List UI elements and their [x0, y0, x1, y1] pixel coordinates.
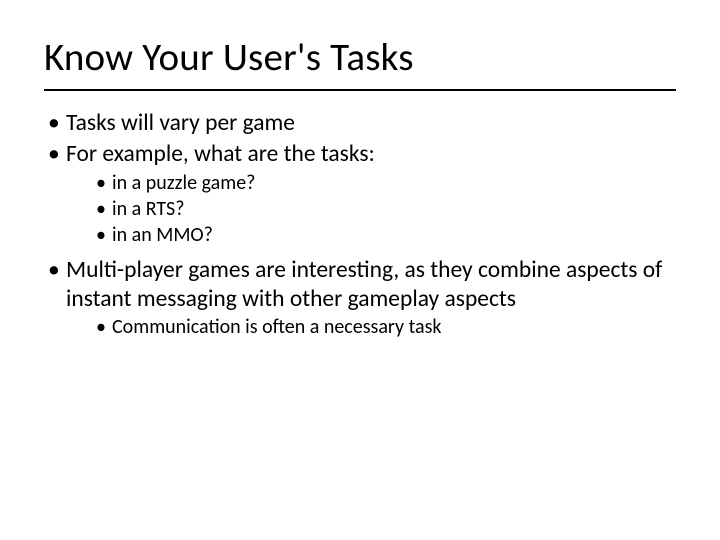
bullet-text: Communication is often a necessary task — [112, 315, 442, 339]
list-item: in a RTS? — [96, 197, 676, 222]
bullet-text: in an MMO? — [112, 223, 213, 247]
sub-bullet-list: in a puzzle game? in a RTS? in an MMO? — [96, 171, 676, 248]
bullet-list: Tasks will vary per game For example, wh… — [48, 109, 676, 341]
bullet-text: For example, what are the tasks: — [66, 140, 375, 168]
slide-title: Know Your User's Tasks — [44, 34, 676, 83]
list-item: Communication is often a necessary task — [96, 315, 676, 340]
slide: Know Your User's Tasks Tasks will vary p… — [0, 0, 720, 540]
bullet-text: Tasks will vary per game — [66, 109, 295, 137]
bullet-text: in a RTS? — [112, 197, 185, 221]
list-item: in an MMO? — [96, 223, 676, 248]
sub-bullet-list: Communication is often a necessary task — [96, 315, 676, 340]
list-item: Tasks will vary per game — [48, 109, 676, 138]
bullet-text: in a puzzle game? — [112, 171, 255, 195]
bullet-text: Multi-player games are interesting, as t… — [66, 256, 662, 313]
list-item: Multi-player games are interesting, as t… — [48, 256, 676, 340]
list-item: For example, what are the tasks: in a pu… — [48, 140, 676, 248]
list-item: in a puzzle game? — [96, 171, 676, 196]
title-underline — [44, 89, 676, 91]
